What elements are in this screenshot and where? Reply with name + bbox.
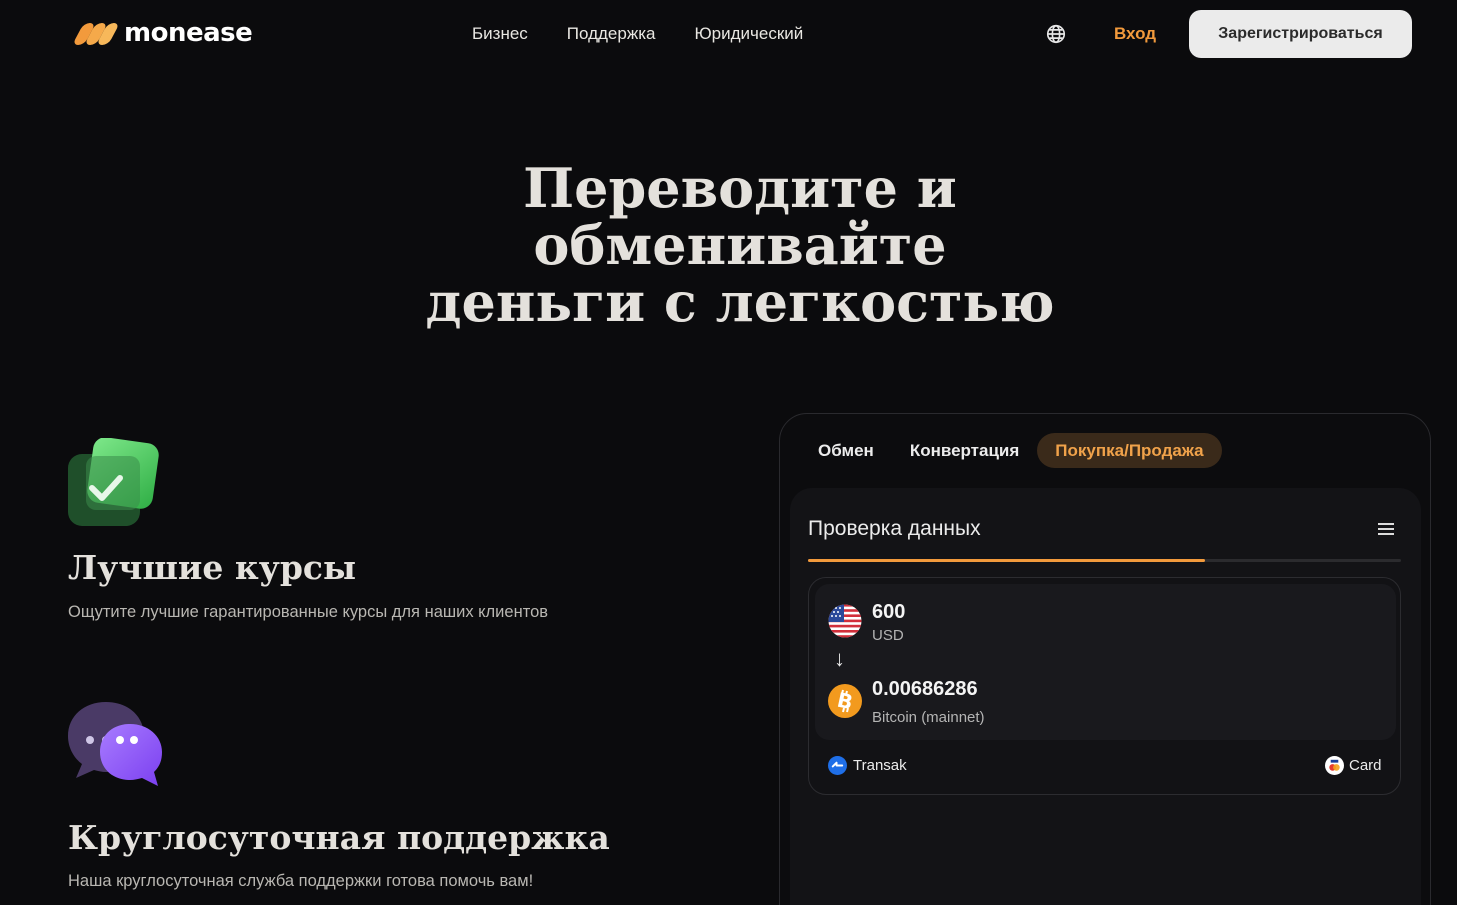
to-amount: 0.00686286 [872, 678, 978, 700]
progress-bar [808, 559, 1401, 562]
payment-method-card: Card [1325, 756, 1382, 775]
nav-link-legal[interactable]: Юридический [694, 24, 803, 44]
main-nav: Бизнес Поддержка Юридический [472, 24, 803, 44]
transak-icon [828, 756, 847, 775]
widget-tabs: Обмен Конвертация Покупка/Продажа [800, 433, 1222, 468]
feature-desc-best-rates: Ощутите лучшие гарантированные курсы для… [68, 603, 549, 621]
globe-icon[interactable] [1045, 23, 1067, 45]
hero-title: Переводите и обменивайте деньги с легкос… [340, 160, 1140, 331]
from-currency: USD [872, 627, 904, 644]
hero-title-line-3: деньги с легкостью [425, 270, 1055, 334]
feature-title-best-rates: Лучшие курсы [68, 548, 357, 587]
tab-conversion[interactable]: Конвертация [892, 433, 1037, 468]
nav-link-support[interactable]: Поддержка [567, 24, 656, 44]
us-flag-icon [828, 604, 862, 638]
feature-title-support: Круглосуточная поддержка [68, 818, 610, 857]
provider-name: Transak [853, 757, 907, 774]
feature-desc-support: Наша круглосуточная служба поддержки гот… [68, 872, 534, 890]
progress-bar-fill [808, 559, 1206, 562]
hero-title-line-1: Переводите и [523, 156, 957, 220]
logo[interactable]: monease [72, 18, 253, 48]
panel-title: Проверка данных [808, 517, 981, 540]
bitcoin-icon: B [828, 684, 862, 718]
login-link[interactable]: Вход [1114, 24, 1156, 44]
register-button[interactable]: Зарегистрироваться [1189, 10, 1412, 58]
from-amount: 600 [872, 601, 906, 623]
tab-exchange[interactable]: Обмен [800, 433, 892, 468]
payment-method-name: Card [1349, 757, 1382, 774]
hamburger-menu-icon[interactable] [1376, 520, 1396, 538]
checkmark-card-icon [68, 438, 159, 526]
tab-buy-sell[interactable]: Покупка/Продажа [1037, 433, 1222, 468]
hero-title-line-2: обменивайте [533, 213, 947, 277]
logo-text: monease [124, 18, 253, 48]
visa-mastercard-icon [1325, 756, 1344, 775]
arrow-down-icon: ↓ [834, 646, 845, 671]
nav-link-business[interactable]: Бизнес [472, 24, 528, 44]
chat-bubbles-icon [68, 702, 162, 786]
provider-transak: Transak [828, 756, 907, 775]
monease-logo-icon [72, 19, 120, 47]
to-currency: Bitcoin (mainnet) [872, 709, 985, 726]
